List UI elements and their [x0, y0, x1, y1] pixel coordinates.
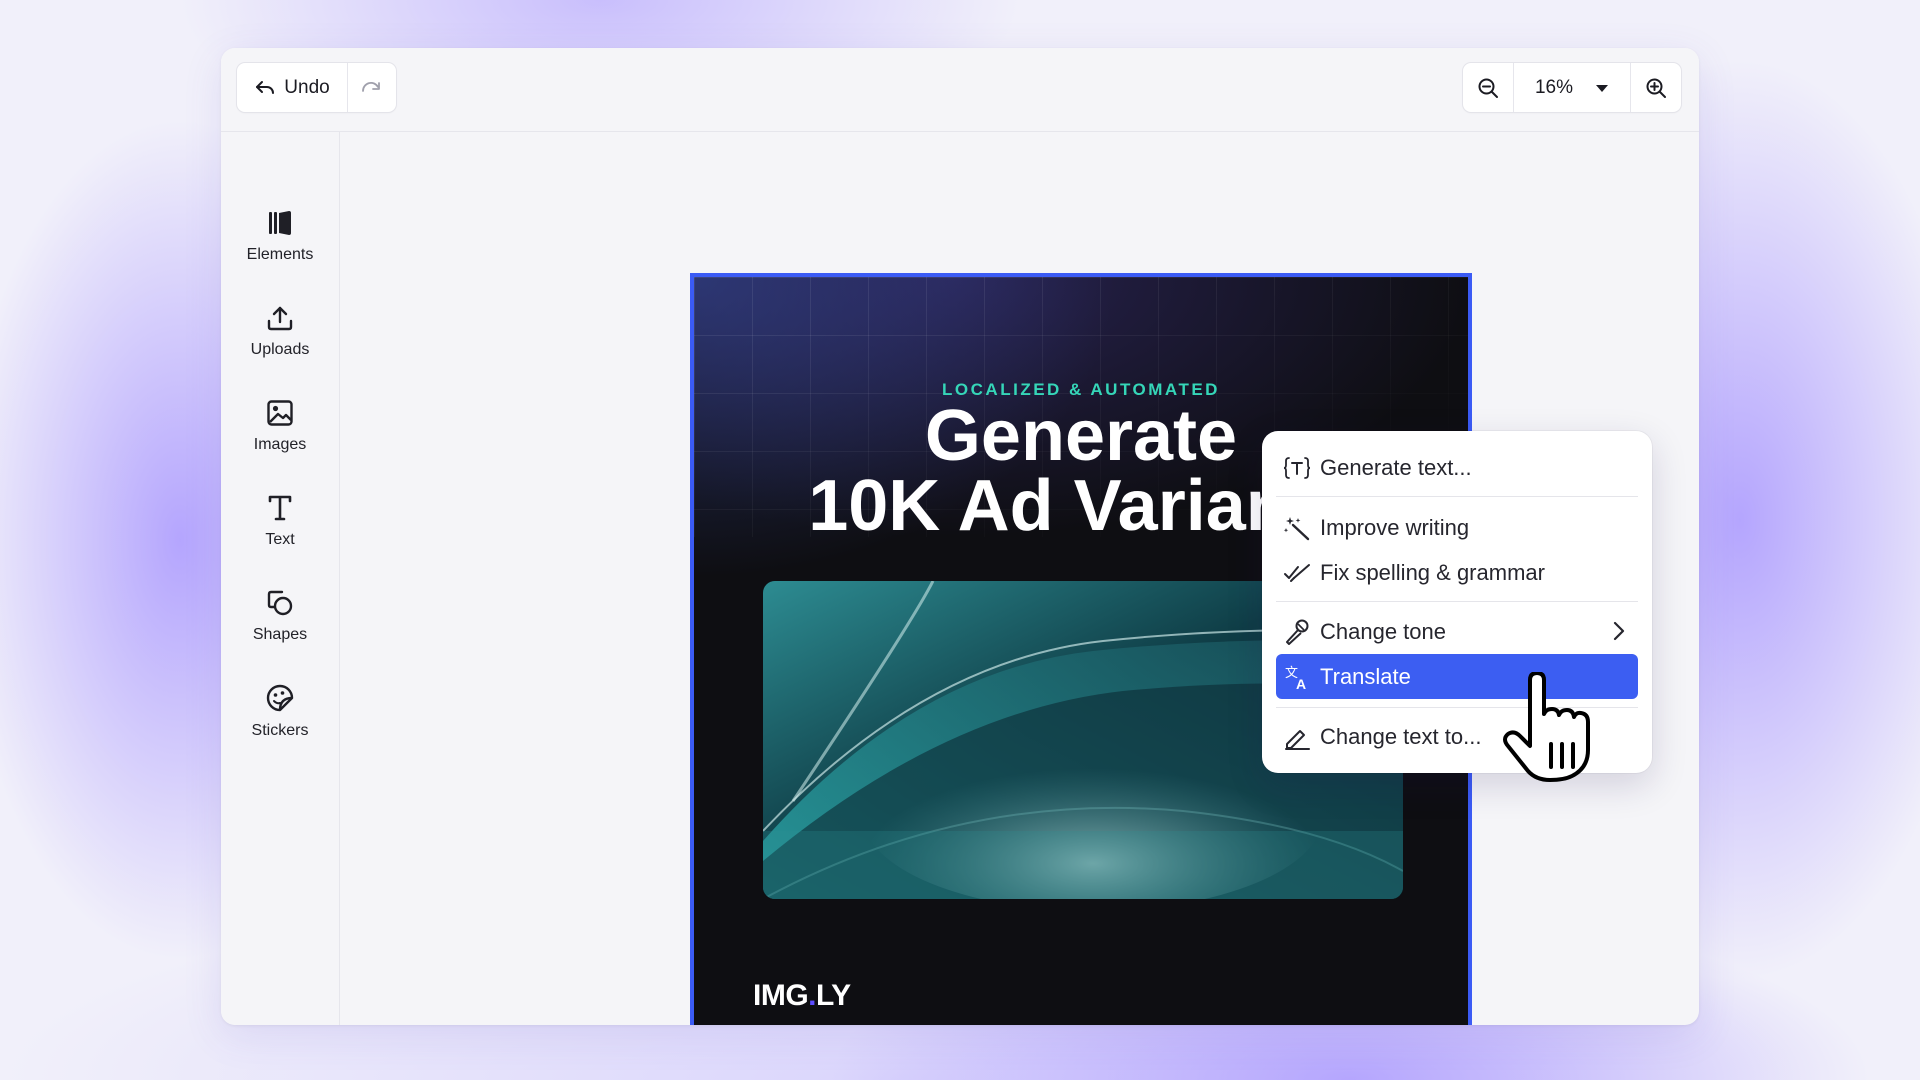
- curly-text-icon: [1282, 453, 1312, 483]
- image-icon: [267, 399, 293, 426]
- zoom-value: 16%: [1534, 76, 1574, 98]
- menu-item-label: Generate text...: [1320, 454, 1472, 480]
- zoom-in-icon: [1646, 78, 1666, 98]
- menu-item-fix-spelling[interactable]: Fix spelling & grammar: [1276, 550, 1638, 595]
- undo-arrow-icon: [256, 80, 275, 94]
- sidebar-item-label: Text: [265, 530, 295, 548]
- menu-item-change-tone[interactable]: Change tone: [1276, 609, 1638, 654]
- menu-item-label: Translate: [1320, 663, 1411, 689]
- menu-item-label: Improve writing: [1320, 514, 1470, 540]
- menu-item-label: Fix spelling & grammar: [1320, 559, 1545, 585]
- top-toolbar: Undo 16%: [221, 48, 1699, 132]
- elements-icon: [269, 210, 291, 235]
- pencil-icon: [1282, 722, 1312, 752]
- sticker-icon: [266, 684, 294, 711]
- menu-item-label: Change text to...: [1320, 723, 1482, 749]
- zoom-level-select[interactable]: 16%: [1513, 63, 1630, 112]
- sidebar-item-label: Stickers: [251, 721, 309, 739]
- zoom-controls: 16%: [1463, 63, 1681, 112]
- logo-text-ly: LY: [816, 979, 851, 1012]
- redo-arrow-icon: [362, 81, 380, 92]
- upload-icon: [267, 306, 293, 330]
- sidebar-item-label: Images: [253, 435, 307, 453]
- undo-label: Undo: [284, 76, 330, 98]
- redo-button[interactable]: [347, 63, 396, 112]
- zoom-out-icon: [1478, 78, 1498, 98]
- sidebar-item-label: Shapes: [252, 625, 308, 643]
- sidebar-item-shapes[interactable]: Shapes: [221, 576, 339, 656]
- zoom-in-button[interactable]: [1630, 63, 1681, 112]
- sidebar-item-images[interactable]: Images: [221, 386, 339, 466]
- sidebar-item-label: Elements: [246, 245, 314, 263]
- zoom-out-button[interactable]: [1463, 63, 1513, 112]
- magic-wand-icon: [1282, 513, 1312, 543]
- sidebar-item-elements[interactable]: Elements: [221, 196, 339, 276]
- undo-button[interactable]: Undo: [237, 63, 347, 112]
- menu-item-label: Change tone: [1320, 618, 1446, 644]
- sidebar-item-label: Uploads: [250, 340, 310, 358]
- shapes-icon: [267, 590, 293, 615]
- menu-item-generate-text[interactable]: Generate text...: [1276, 445, 1638, 490]
- logo-text-img: IMG: [753, 979, 809, 1012]
- sidebar-item-stickers[interactable]: Stickers: [221, 671, 339, 751]
- caret-down-icon: [1596, 84, 1609, 92]
- text-icon: [268, 495, 292, 520]
- menu-divider: [1276, 601, 1638, 602]
- menu-item-improve-writing[interactable]: Improve writing: [1276, 505, 1638, 550]
- brand-logo[interactable]: IMG.LY: [753, 979, 851, 1013]
- chevron-right-icon: [1613, 621, 1625, 641]
- sidebar-item-uploads[interactable]: Uploads: [221, 291, 339, 371]
- history-controls: Undo: [237, 63, 396, 112]
- sidebar-item-text[interactable]: Text: [221, 481, 339, 561]
- double-check-icon: [1282, 558, 1312, 588]
- tool-sidebar: Elements Uploads Images Text Shapes Stic…: [221, 132, 340, 1025]
- microphone-icon: [1282, 617, 1312, 647]
- logo-dot: .: [808, 979, 817, 1012]
- svg-text:A: A: [1296, 676, 1306, 691]
- hand-pointer-cursor-icon: [1503, 672, 1590, 782]
- translate-icon: 文 A: [1282, 662, 1312, 692]
- menu-divider: [1276, 496, 1638, 497]
